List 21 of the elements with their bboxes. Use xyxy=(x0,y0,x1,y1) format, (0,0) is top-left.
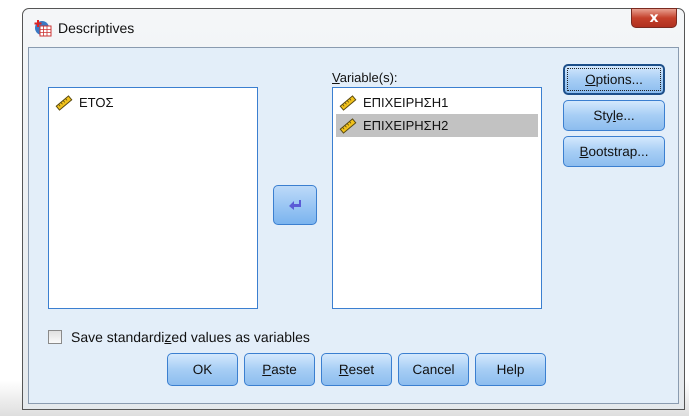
variable-item[interactable]: ΕΠΙΧΕΙΡΗΣΗ2 xyxy=(336,114,538,137)
variable-item[interactable]: ΕΤΟΣ xyxy=(52,91,254,114)
move-button[interactable] xyxy=(273,185,317,225)
dialog-button[interactable]: Reset xyxy=(321,353,392,386)
list-label: Variable(s): xyxy=(332,71,399,87)
source-variable-list[interactable]: ΕΤΟΣ xyxy=(48,87,258,309)
window-title: Descriptives xyxy=(58,20,134,36)
dialog-button[interactable]: Options... xyxy=(563,64,665,95)
dialog-button[interactable]: OK xyxy=(167,353,238,386)
table-icon xyxy=(34,19,52,37)
checkbox[interactable] xyxy=(48,330,62,344)
variable-item[interactable]: ΕΠΙΧΕΙΡΗΣΗ1 xyxy=(336,91,538,114)
selected-variable-list[interactable]: ΕΠΙΧΕΙΡΗΣΗ1 ΕΠΙΧΕΙΡΗΣΗ2 xyxy=(332,87,542,309)
dialog-button[interactable]: Help xyxy=(475,353,546,386)
dialog-button[interactable]: Bootstrap... xyxy=(563,136,665,167)
arrow-icon xyxy=(288,199,302,211)
checkbox-label: Save standardized values as variables xyxy=(71,329,310,345)
dialog-button[interactable]: Cancel xyxy=(398,353,469,386)
dialog-button[interactable]: Paste xyxy=(244,353,315,386)
dialog-button[interactable]: Style... xyxy=(563,100,665,131)
close-button[interactable]: x xyxy=(631,8,677,28)
